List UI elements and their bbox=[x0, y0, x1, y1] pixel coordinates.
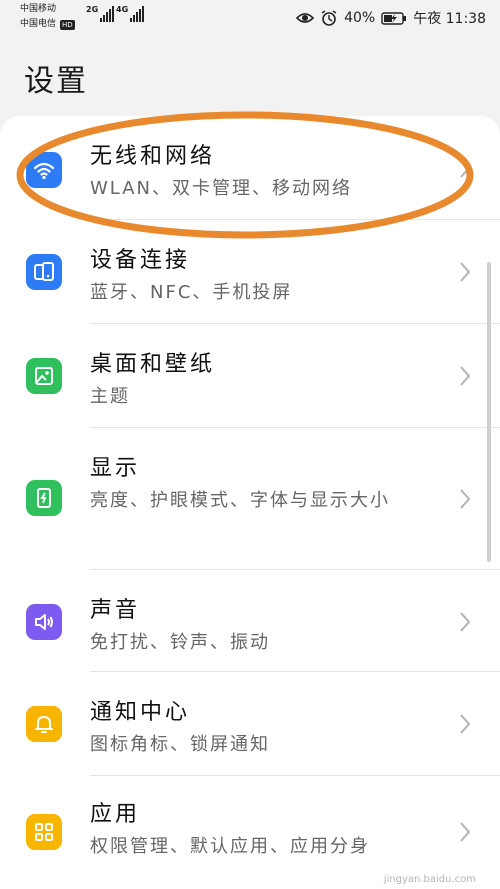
chevron-right-icon bbox=[460, 822, 471, 842]
settings-item-sound[interactable]: 声音 免打扰、铃声、振动 bbox=[0, 570, 500, 672]
signal-bars-icon bbox=[100, 6, 115, 22]
network-type-1: 2G bbox=[86, 5, 99, 14]
scrollbar[interactable] bbox=[487, 262, 491, 562]
item-subtitle: 图标角标、锁屏通知 bbox=[90, 734, 270, 755]
item-title: 显示 bbox=[90, 456, 141, 481]
page-title: 设置 bbox=[24, 64, 88, 99]
item-title: 声音 bbox=[90, 598, 141, 623]
network-type-2: 4G bbox=[116, 5, 129, 14]
watermark: jingyan.baidu.com bbox=[383, 874, 476, 885]
item-title: 桌面和壁纸 bbox=[90, 352, 216, 377]
settings-item-display[interactable]: 显示 亮度、护眼模式、字体与显示大小 bbox=[0, 428, 500, 570]
speaker-icon bbox=[26, 604, 62, 640]
chevron-right-icon bbox=[460, 262, 471, 282]
apps-grid-icon bbox=[26, 814, 62, 850]
item-title: 设备连接 bbox=[90, 248, 191, 273]
item-title: 无线和网络 bbox=[90, 144, 216, 169]
battery-percent: 40% bbox=[344, 10, 376, 26]
hd-badge: HD bbox=[60, 19, 75, 30]
status-bar: 中国移动 中国电信 HD 2G 4G 40% 午夜 11:38 bbox=[0, 0, 500, 36]
settings-item-wireless-network[interactable]: 无线和网络 WLAN、双卡管理、移动网络 bbox=[0, 116, 500, 220]
settings-list: 无线和网络 WLAN、双卡管理、移动网络 设备连接 蓝牙、NFC、手机投屏 桌面… bbox=[0, 116, 500, 889]
eye-comfort-icon bbox=[296, 13, 315, 23]
chevron-right-icon bbox=[460, 489, 471, 509]
bell-icon bbox=[26, 706, 62, 742]
settings-item-apps[interactable]: 应用 权限管理、默认应用、应用分身 bbox=[0, 776, 500, 889]
settings-item-device-connection[interactable]: 设备连接 蓝牙、NFC、手机投屏 bbox=[0, 220, 500, 324]
item-subtitle: 主题 bbox=[90, 386, 130, 407]
alarm-icon bbox=[321, 10, 337, 26]
carrier-2: 中国电信 bbox=[20, 19, 57, 29]
item-subtitle: 免打扰、铃声、振动 bbox=[90, 632, 270, 653]
item-subtitle: 蓝牙、NFC、手机投屏 bbox=[90, 282, 293, 303]
carrier-info: 中国移动 中国电信 HD bbox=[20, 2, 75, 32]
status-right: 40% 午夜 11:38 bbox=[296, 8, 486, 28]
signal-1: 2G bbox=[86, 5, 115, 22]
chevron-right-icon bbox=[460, 714, 471, 734]
wallpaper-icon bbox=[26, 358, 62, 394]
signal-2: 4G bbox=[116, 5, 145, 22]
item-title: 通知中心 bbox=[90, 700, 191, 725]
wifi-icon bbox=[26, 152, 62, 188]
item-subtitle: 亮度、护眼模式、字体与显示大小 bbox=[90, 490, 390, 511]
clock: 午夜 11:38 bbox=[413, 11, 486, 27]
item-subtitle: 权限管理、默认应用、应用分身 bbox=[90, 836, 370, 857]
chevron-right-icon bbox=[460, 158, 471, 178]
item-title: 应用 bbox=[90, 802, 141, 827]
carrier-1: 中国移动 bbox=[20, 4, 57, 14]
settings-item-notification-center[interactable]: 通知中心 图标角标、锁屏通知 bbox=[0, 672, 500, 776]
settings-item-home-wallpaper[interactable]: 桌面和壁纸 主题 bbox=[0, 324, 500, 428]
signal-bars-icon bbox=[130, 6, 145, 22]
chevron-right-icon bbox=[460, 612, 471, 632]
item-subtitle: WLAN、双卡管理、移动网络 bbox=[90, 178, 353, 199]
chevron-right-icon bbox=[460, 366, 471, 386]
display-icon bbox=[26, 480, 62, 516]
device-connection-icon bbox=[26, 254, 62, 290]
battery-charging-icon bbox=[381, 11, 407, 25]
